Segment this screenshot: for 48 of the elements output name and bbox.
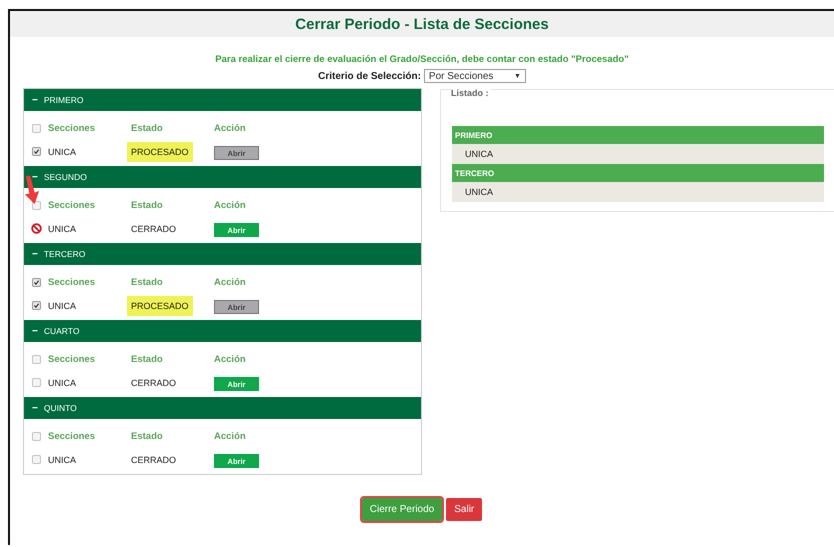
section-header[interactable]: − QUINTO [24,397,421,419]
listing-group-header: TERCERO [452,164,824,182]
status-label: PROCESADO [127,142,193,162]
checkbox[interactable] [32,201,40,210]
column-header: Estado [131,277,164,288]
checkbox[interactable] [32,278,40,287]
section-header[interactable]: − CUARTO [24,320,421,342]
column-header: Secciones [48,277,96,288]
column-header: Acción [214,431,247,442]
listing-item: UNICA [452,144,824,164]
column-header: Estado [131,431,164,442]
listing-group-header: PRIMERO [452,126,824,144]
page-title: Cerrar Periodo - Lista de Secciones [295,16,549,32]
column-header: Secciones [48,354,96,365]
checkbox[interactable] [32,378,40,387]
section-name: UNICA [48,224,78,234]
checkbox[interactable] [32,124,40,133]
section-header[interactable]: − PRIMERO [24,89,421,111]
checkbox[interactable] [32,455,40,464]
column-header: Secciones [48,200,96,211]
column-header: Acción [214,123,247,134]
exit-button[interactable]: Salir [446,498,482,521]
status-label: CERRADO [130,376,178,390]
checkbox[interactable] [32,432,40,441]
column-header: Acción [214,277,247,288]
status-label: CERRADO [130,454,178,466]
column-header: Estado [131,123,164,134]
section-name: UNICA [48,454,78,464]
status-label: CERRADO [130,222,178,236]
listing-legend: Listado : [451,88,490,98]
section-header[interactable]: − TERCERO [24,243,421,265]
column-header: Secciones [48,431,96,442]
column-header: Secciones [48,123,96,134]
column-header: Estado [131,354,164,365]
checkbox[interactable] [32,355,40,364]
close-period-button[interactable]: Cierre Periodo [362,498,442,521]
section-name: UNICA [48,378,78,388]
status-label: PROCESADO [127,296,193,316]
column-header: Acción [214,200,247,211]
prohibited-icon [30,223,42,234]
column-header: Estado [131,200,164,211]
section-name: UNICA [48,300,78,310]
notice-text: Para realizar el cierre de evaluación el Grado/Sección, debe contar con estado "Procesado" [214,54,630,65]
section-name: UNICA [48,146,78,156]
section-header[interactable]: − SEGUNDO [24,166,421,188]
listing-item: UNICA [452,182,824,202]
criterion-label: Criterio de Selección: [318,70,421,82]
column-header: Acción [214,354,247,365]
